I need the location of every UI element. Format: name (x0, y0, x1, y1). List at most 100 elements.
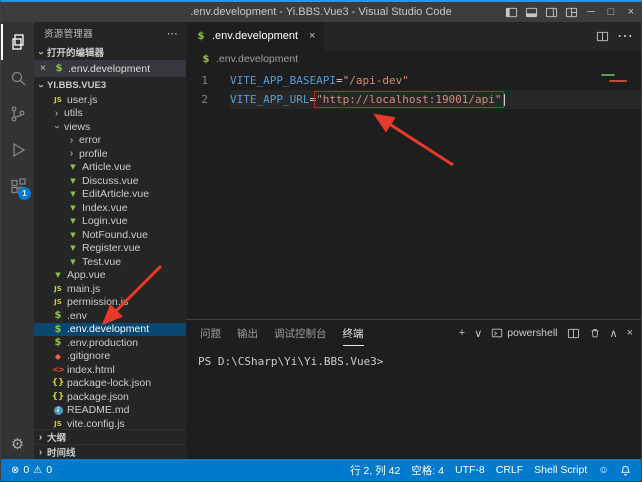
tree-item-views[interactable]: ›views (34, 120, 186, 134)
open-editors-header[interactable]: › 打开的编辑器 (34, 44, 186, 60)
language-mode[interactable]: Shell Script (534, 464, 587, 476)
toggle-sidebar-icon[interactable] (501, 2, 521, 22)
explorer-icon[interactable] (1, 24, 34, 60)
source-control-icon[interactable] (1, 96, 34, 132)
split-editor-icon[interactable] (596, 30, 609, 43)
errors-icon[interactable]: ⊗ (11, 465, 19, 476)
text-cursor (504, 94, 505, 106)
window-title: .env.development - Yi.BBS.Vue3 - Visual … (190, 6, 452, 18)
vue-icon: ▼ (67, 229, 79, 240)
tree-item-main-js[interactable]: JSmain.js (34, 282, 186, 296)
explorer-sidebar: 资源管理器 ⋯ › 打开的编辑器 × $ .env.development › … (34, 22, 186, 459)
code-editor[interactable]: 1 2 VITE_APP_BASEAPI="/api-dev" VITE_APP… (186, 68, 641, 319)
new-terminal-icon[interactable]: + (459, 327, 465, 339)
tree-item-error[interactable]: ›error (34, 134, 186, 148)
shell-selector[interactable]: powershell (491, 327, 557, 339)
close-editor-icon[interactable]: × (40, 63, 50, 74)
tree-item-env-development[interactable]: $.env.development (34, 323, 186, 337)
tab-problems[interactable]: 问题 (200, 320, 221, 346)
toggle-panel-icon[interactable] (521, 2, 541, 22)
shell-file-icon: $ (52, 324, 64, 335)
breadcrumb-item[interactable]: .env.development (216, 53, 298, 65)
chevron-down-icon: › (36, 81, 47, 90)
breadcrumb[interactable]: $ .env.development (186, 50, 641, 68)
tree-item-notfound-vue[interactable]: ▼NotFound.vue (34, 228, 186, 242)
search-icon[interactable] (1, 60, 34, 96)
status-bar: ⊗ 0 ⚠ 0 行 2, 列 42 空格: 4 UTF-8 CRLF Shell… (1, 459, 641, 481)
tree-item-readme-md[interactable]: iREADME.md (34, 404, 186, 418)
outline-section[interactable]: › 大纲 (34, 429, 186, 444)
tab-output[interactable]: 输出 (237, 320, 258, 346)
tree-item-test-vue[interactable]: ▼Test.vue (34, 255, 186, 269)
close-tab-icon[interactable]: × (309, 30, 315, 42)
eol-sequence[interactable]: CRLF (496, 464, 523, 476)
maximize-panel-icon[interactable]: ∧ (610, 327, 618, 340)
kill-terminal-trash-icon[interactable] (589, 327, 601, 339)
tree-item-login-vue[interactable]: ▼Login.vue (34, 215, 186, 229)
file-tree: JSuser.js ›utils ›views ›error ›profile … (34, 93, 186, 429)
terminal-output[interactable]: PS D:\CSharp\Yi\Yi.BBS.Vue3> (186, 346, 641, 459)
extensions-icon[interactable]: 1 (1, 168, 34, 204)
tree-item-env-production[interactable]: $.env.production (34, 336, 186, 350)
tree-item-register-vue[interactable]: ▼Register.vue (34, 242, 186, 256)
more-actions-icon[interactable]: ⋯ (617, 26, 633, 46)
tree-item-utils[interactable]: ›utils (34, 107, 186, 121)
split-terminal-icon[interactable] (567, 327, 580, 340)
open-editor-label: .env.development (68, 63, 150, 75)
shell-label: powershell (507, 327, 557, 339)
close-panel-icon[interactable]: × (627, 327, 633, 339)
tree-item-profile[interactable]: ›profile (34, 147, 186, 161)
json-icon: {} (52, 378, 64, 389)
warnings-icon[interactable]: ⚠ (33, 465, 42, 476)
feedback-smiley-icon[interactable]: ☺ (598, 464, 609, 476)
sidebar-title: 资源管理器 (44, 26, 93, 40)
tab-terminal[interactable]: 终端 (343, 320, 364, 346)
open-editor-item[interactable]: × $ .env.development (34, 60, 186, 77)
tree-item-user-js[interactable]: JSuser.js (34, 93, 186, 107)
code-lines: VITE_APP_BASEAPI="/api-dev" VITE_APP_URL… (216, 68, 641, 319)
indentation[interactable]: 空格: 4 (411, 463, 444, 478)
tree-item-env[interactable]: $.env (34, 309, 186, 323)
outline-label: 大纲 (47, 430, 66, 444)
settings-gear-icon[interactable]: ⚙ (11, 435, 24, 453)
status-left: ⊗ 0 ⚠ 0 (11, 464, 52, 476)
workbench: 1 ⚙ 资源管理器 ⋯ › 打开的编辑器 × $ .env.developmen… (1, 22, 641, 459)
tree-item-permission-js[interactable]: JSpermission.js (34, 296, 186, 310)
tree-item-gitignore[interactable]: ◆.gitignore (34, 350, 186, 364)
terminal-dropdown-icon[interactable]: ∨ (474, 327, 482, 340)
minimap-mark-red (609, 80, 627, 82)
vue-icon: ▼ (67, 202, 79, 213)
chevron-right-icon: › (67, 148, 76, 159)
cursor-position[interactable]: 行 2, 列 42 (350, 463, 400, 478)
tree-item-editarticle-vue[interactable]: ▼EditArticle.vue (34, 188, 186, 202)
warnings-count[interactable]: 0 (46, 464, 52, 476)
tree-item-vite-config-js[interactable]: JSvite.config.js (34, 417, 186, 429)
tree-item-index-vue[interactable]: ▼Index.vue (34, 201, 186, 215)
project-header[interactable]: › YI.BBS.VUE3 (34, 77, 186, 93)
minimize-button[interactable]: ─ (581, 2, 601, 22)
title-bar: .env.development - Yi.BBS.Vue3 - Visual … (1, 2, 641, 22)
tab-debug-console[interactable]: 调试控制台 (274, 320, 327, 346)
tree-item-discuss-vue[interactable]: ▼Discuss.vue (34, 174, 186, 188)
more-actions-icon[interactable]: ⋯ (167, 27, 178, 40)
chevron-right-icon: › (52, 108, 61, 119)
terminal-actions: + ∨ powershell ∧ × (459, 327, 633, 340)
timeline-section[interactable]: › 时间线 (34, 444, 186, 459)
maximize-button[interactable]: □ (601, 2, 621, 22)
tab-env-development[interactable]: $ .env.development × (186, 22, 324, 50)
toggle-secondary-sidebar-icon[interactable] (541, 2, 561, 22)
tree-item-package-lock-json[interactable]: {}package-lock.json (34, 377, 186, 391)
errors-count[interactable]: 0 (23, 464, 29, 476)
js-icon: JS (52, 283, 64, 294)
tree-item-index-html[interactable]: <>index.html (34, 363, 186, 377)
timeline-label: 时间线 (47, 445, 76, 459)
close-window-button[interactable]: × (621, 2, 641, 22)
tree-item-app-vue[interactable]: ▼App.vue (34, 269, 186, 283)
notifications-bell-icon[interactable] (620, 465, 631, 476)
customize-layout-icon[interactable] (561, 2, 581, 22)
vue-icon: ▼ (67, 175, 79, 186)
encoding[interactable]: UTF-8 (455, 464, 485, 476)
run-debug-icon[interactable] (1, 132, 34, 168)
tree-item-package-json[interactable]: {}package.json (34, 390, 186, 404)
tree-item-article-vue[interactable]: ▼Article.vue (34, 161, 186, 175)
